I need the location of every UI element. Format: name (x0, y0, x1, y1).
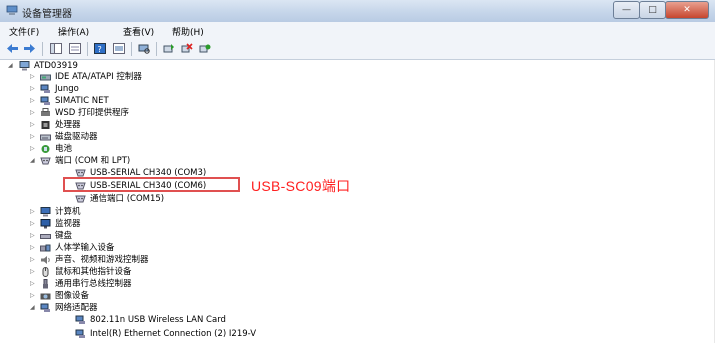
window-controls: — □ ✕ (613, 1, 709, 19)
expand-arrow-icon[interactable]: ▷ (30, 290, 36, 302)
expand-arrow-icon[interactable]: ▷ (30, 254, 36, 266)
device-tree: ◢ ATD03919 ▷ IDE ATA/ATAPI 控制器 ▷ Jungo ▷… (0, 60, 715, 343)
expand-arrow-icon[interactable]: ▷ (30, 242, 36, 254)
tree-item-label: WSD 打印提供程序 (55, 108, 130, 118)
sound-icon (41, 256, 50, 264)
update-driver-icon[interactable] (162, 42, 176, 55)
tree-item-label: Intel(R) Ethernet Connection (2) I219-V (90, 329, 257, 339)
scan-hardware-icon[interactable] (137, 42, 151, 55)
view-resources-icon[interactable] (112, 42, 126, 55)
expand-arrow-icon[interactable]: ▷ (30, 95, 36, 107)
expand-arrow-icon[interactable]: ▷ (30, 206, 36, 218)
expand-arrow-icon[interactable]: ▷ (30, 143, 36, 155)
collapse-arrow-icon[interactable]: ◢ (8, 60, 14, 72)
expand-arrow-icon[interactable]: ▷ (30, 218, 36, 230)
toolbar: ? (0, 39, 715, 60)
tree-item-label: 键盘 (55, 231, 73, 241)
tree-item-label: Jungo (55, 84, 79, 94)
expand-arrow-icon[interactable]: ▷ (30, 107, 36, 119)
tree-item-label: 802.11n USB Wireless LAN Card (90, 315, 226, 325)
ide-controller-icon (40, 74, 51, 81)
processor-icon (41, 121, 50, 129)
network-adapter-icon (40, 84, 50, 93)
device-manager-icon (6, 5, 18, 15)
tree-item-label: 鼠标和其他指针设备 (55, 267, 132, 277)
annotation-label: USB-SC09端口 (251, 178, 351, 194)
toolbar-separator (131, 42, 132, 56)
collapse-arrow-icon[interactable]: ◢ (30, 302, 36, 314)
tree-item-label: IDE ATA/ATAPI 控制器 (55, 72, 142, 82)
menu-file[interactable]: 文件(F) (9, 25, 39, 38)
monitor-icon (40, 219, 51, 229)
expand-arrow-icon[interactable]: ▷ (30, 119, 36, 131)
expand-arrow-icon[interactable]: ▷ (30, 71, 36, 83)
uninstall-icon[interactable] (180, 42, 194, 55)
network-adapter-icon (75, 329, 85, 338)
tree-item-label: 监视器 (55, 219, 81, 229)
disk-drive-icon (40, 134, 51, 141)
port-icon (40, 157, 51, 165)
disable-device-icon[interactable] (198, 42, 212, 55)
expand-arrow-icon[interactable]: ▷ (30, 131, 36, 143)
close-button[interactable]: ✕ (665, 1, 709, 19)
menu-action[interactable]: 操作(A) (58, 25, 89, 38)
battery-icon (41, 145, 50, 153)
tree-item-label: 电池 (55, 144, 73, 154)
tree-item-label: 处理器 (55, 120, 81, 130)
network-adapter-icon (40, 96, 50, 105)
tree-item-label: 通信端口 (COM15) (90, 194, 165, 204)
tree-item-label: 网络适配器 (55, 303, 98, 313)
toolbar-separator (42, 42, 43, 56)
tree-item-label: SIMATIC NET (55, 96, 109, 106)
expand-arrow-icon[interactable]: ▷ (30, 266, 36, 278)
svg-text:?: ? (98, 45, 102, 54)
camera-icon (40, 293, 51, 300)
computer-icon (19, 61, 30, 71)
printer-icon (41, 108, 50, 116)
menu-view[interactable]: 查看(V) (123, 25, 154, 38)
highlight-box (63, 177, 240, 192)
network-adapter-icon (40, 303, 50, 312)
minimize-button[interactable]: — (613, 1, 640, 19)
hid-icon (40, 244, 51, 252)
mouse-icon (42, 267, 49, 277)
tree-item-label: 人体学输入设备 (55, 243, 115, 253)
tree-item-label: 端口 (COM 和 LPT) (55, 156, 131, 166)
usb-icon (43, 279, 48, 289)
expand-arrow-icon[interactable]: ▷ (30, 83, 36, 95)
show-hide-console-tree-icon[interactable] (49, 42, 63, 55)
tree-item-label: 声音、视频和游戏控制器 (55, 255, 149, 265)
help-icon[interactable]: ? (93, 42, 107, 55)
collapse-arrow-icon[interactable]: ◢ (30, 155, 36, 167)
tree-item-label: 磁盘驱动器 (55, 132, 98, 142)
title-bar[interactable]: 设备管理器 — □ ✕ (0, 0, 715, 23)
network-adapter-icon (75, 315, 85, 324)
port-icon (75, 195, 86, 203)
window-title: 设备管理器 (22, 9, 72, 20)
toolbar-separator (156, 42, 157, 56)
menu-help[interactable]: 帮助(H) (172, 25, 204, 38)
maximize-button[interactable]: □ (639, 1, 666, 19)
tree-item-label: 图像设备 (55, 291, 90, 301)
toolbar-separator (87, 42, 88, 56)
keyboard-icon (40, 234, 51, 239)
forward-icon[interactable] (22, 42, 36, 55)
tree-item-label: 通用串行总线控制器 (55, 279, 132, 289)
back-icon[interactable] (5, 42, 19, 55)
expand-arrow-icon[interactable]: ▷ (30, 230, 36, 242)
expand-arrow-icon[interactable]: ▷ (30, 278, 36, 290)
computer-icon (40, 207, 51, 217)
menu-bar: 文件(F) 操作(A) 查看(V) 帮助(H) (0, 22, 715, 39)
properties-icon[interactable] (68, 42, 82, 55)
tree-item-label: 计算机 (55, 207, 81, 217)
